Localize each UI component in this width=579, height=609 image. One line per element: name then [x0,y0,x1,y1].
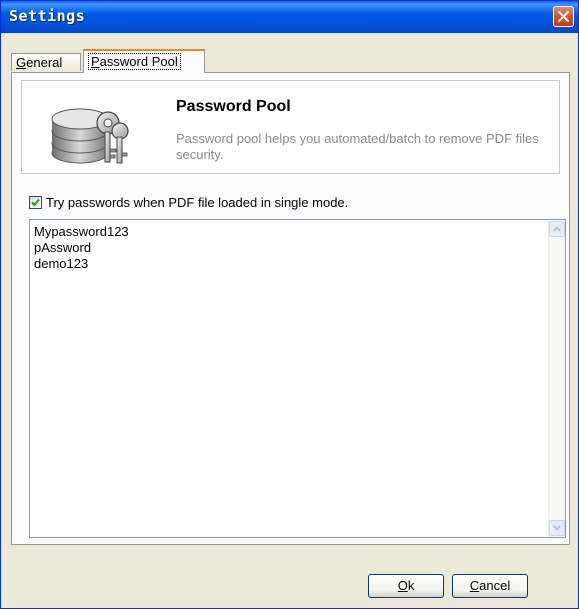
password-list-textarea[interactable]: Mypassword123 pAssword demo123 [29,219,566,538]
vertical-scrollbar[interactable] [548,220,565,537]
tab-general-label: eneral [26,55,63,70]
ok-mnemonic: O [397,578,408,593]
tab-pool-label: assword Pool [99,54,178,69]
ok-label: k [407,578,415,593]
chevron-up-icon [553,226,561,232]
cancel-button[interactable]: Cancel [452,574,528,598]
tab-general-mnemonic: G [16,55,27,70]
tab-focus-rect: Password Pool [88,53,181,70]
cancel-mnemonic: C [469,578,480,593]
password-pool-panel: Password Pool Password pool helps you au… [11,72,570,545]
scroll-up-button[interactable] [549,221,565,237]
panel-description: Password pool helps you automated/batch … [176,131,539,162]
checkmark-icon [31,198,40,207]
password-line: demo123 [34,256,89,271]
scroll-down-button[interactable] [549,520,565,536]
panel-title: Password Pool [176,98,291,115]
cancel-label: ancel [479,578,511,593]
keys-database-icon [51,108,129,164]
tab-password-pool[interactable]: Password Pool [83,49,205,73]
header-box: Password Pool Password pool helps you au… [21,80,560,174]
try-passwords-label[interactable]: Try passwords when PDF file loaded in si… [46,195,348,210]
settings-window: Settings General Password Pool Password … [0,0,579,609]
close-icon [558,11,569,22]
ok-button[interactable]: Ok [368,574,444,598]
tab-general[interactable]: General [11,53,81,71]
tab-pool-mnemonic: P [91,54,100,69]
try-passwords-checkbox[interactable] [29,196,42,209]
window-title: Settings [9,7,86,25]
password-line: pAssword [34,240,92,255]
chevron-down-icon [553,525,561,531]
title-bar[interactable]: Settings [1,1,578,33]
password-lines: Mypassword123 pAssword demo123 [34,224,129,272]
close-button[interactable] [553,6,574,27]
password-line: Mypassword123 [34,224,129,239]
